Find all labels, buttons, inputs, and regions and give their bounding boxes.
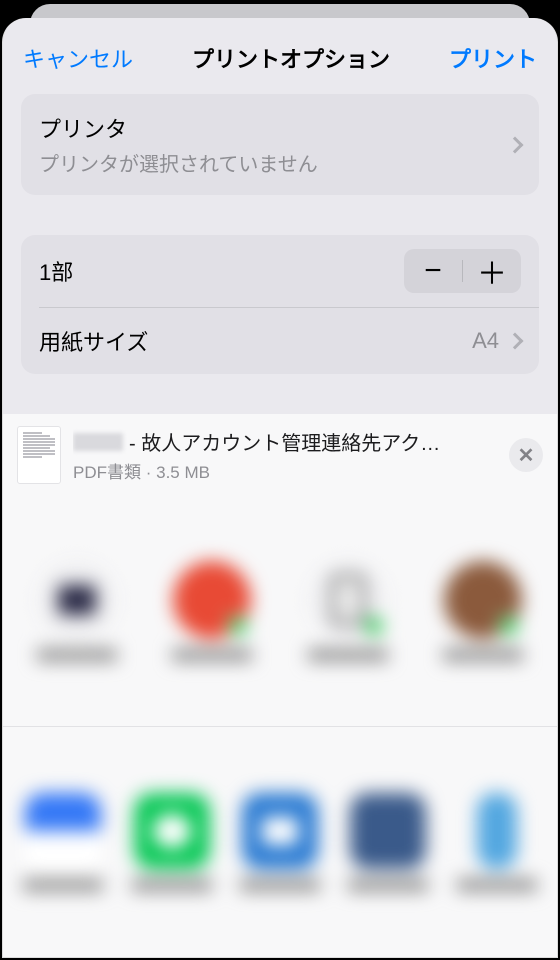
file-name: - 故人アカウント管理連絡先アク… [73, 427, 497, 456]
share-app[interactable] [13, 793, 113, 891]
print-options-sheet: キャンセル プリントオプション プリント プリンタ プリンタが選択されていません… [2, 18, 558, 958]
chevron-right-icon [507, 333, 524, 350]
copies-stepper: − ＋ [404, 249, 521, 293]
settings-card: 1部 − ＋ 用紙サイズ A4 [21, 235, 539, 374]
copies-minus-button[interactable]: − [404, 249, 462, 293]
print-button[interactable]: プリント [449, 42, 537, 74]
nav-bar: キャンセル プリントオプション プリント [3, 18, 557, 94]
sheet-title: プリントオプション [192, 42, 390, 74]
chevron-right-icon [507, 136, 524, 153]
share-sheet: - 故人アカウント管理連絡先アク… PDF書類 · 3.5 MB ✕ [3, 414, 557, 957]
paper-size-value: A4 [472, 328, 499, 354]
share-target[interactable] [157, 561, 267, 661]
copies-label: 1部 [39, 255, 404, 287]
printer-row[interactable]: プリンタ プリンタが選択されていません [21, 94, 539, 195]
printer-label: プリンタ [39, 112, 509, 144]
share-app[interactable] [447, 793, 547, 891]
share-contacts-row [3, 496, 557, 726]
printer-card: プリンタ プリンタが選択されていません [21, 94, 539, 195]
cancel-button[interactable]: キャンセル [23, 42, 133, 74]
document-thumbnail-icon [17, 426, 61, 484]
share-apps-row [3, 727, 557, 957]
paper-size-label: 用紙サイズ [39, 325, 472, 357]
share-app[interactable] [230, 793, 330, 891]
share-app[interactable] [121, 793, 221, 891]
copies-plus-button[interactable]: ＋ [463, 249, 521, 293]
printer-status: プリンタが選択されていません [39, 148, 509, 177]
close-button[interactable]: ✕ [509, 438, 543, 472]
share-target[interactable] [293, 561, 403, 661]
share-target[interactable] [428, 561, 538, 661]
paper-size-row[interactable]: 用紙サイズ A4 [21, 308, 539, 374]
share-app[interactable] [338, 793, 438, 891]
file-meta: PDF書類 · 3.5 MB [73, 458, 497, 483]
redacted-name [73, 433, 123, 451]
file-row: - 故人アカウント管理連絡先アク… PDF書類 · 3.5 MB ✕ [3, 414, 557, 496]
copies-row: 1部 − ＋ [21, 235, 539, 307]
share-target[interactable] [22, 561, 132, 661]
